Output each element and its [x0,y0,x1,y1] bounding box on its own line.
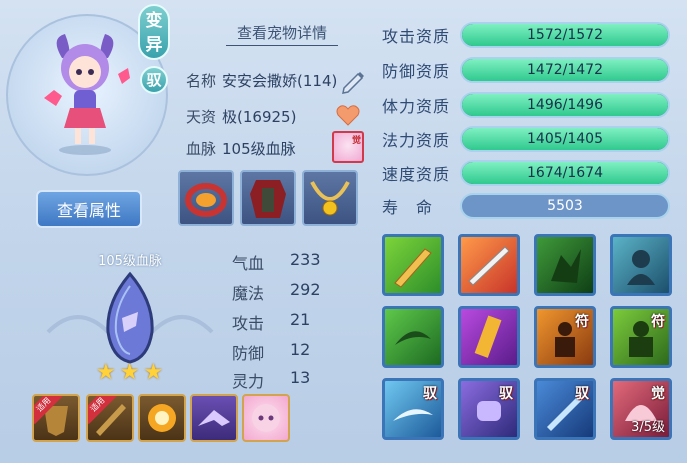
skill-tag: 驭 [423,386,437,402]
star-icon: ★ [119,360,140,385]
stat-row: 攻击 21 [232,310,310,334]
ride-tag: 驭 [140,66,168,94]
aptitude-bar: 1674/1674 [460,160,670,186]
skill-slot[interactable]: 驭 [534,378,596,440]
skill-slot[interactable] [382,234,444,296]
skill-slot[interactable] [610,234,672,296]
skill-tag: 驭 [499,386,513,402]
aptitude-bar: 1572/1572 [460,22,670,48]
skill-slot[interactable]: 觉 3/5级 [610,378,672,440]
inner-dan-slot[interactable]: 适用 [86,394,134,442]
equipment-slot-necklace[interactable] [302,170,358,226]
lifespan-label: 寿 命 [382,198,434,217]
edit-name-icon[interactable] [340,68,366,94]
ring-icon [185,183,227,217]
aptitude-row-mana: 法力资质 1405/1405 [382,126,670,152]
view-attributes-button[interactable]: 查看属性 [36,190,142,228]
stat-row: 魔法 292 [232,280,321,304]
stat-label: 气血 [232,254,265,273]
stat-value: 12 [290,340,311,359]
aptitude-label: 攻击资质 [382,27,451,46]
skill-slot[interactable] [382,306,444,368]
bloodline-avatar-icon[interactable]: 觉 [332,131,364,163]
sword-skill-icon [394,248,432,288]
skill-tag: 觉 [651,386,665,402]
skill-slot[interactable] [534,234,596,296]
equipment-slot-armor[interactable] [240,170,296,226]
lifespan-value: 5503 [460,193,670,219]
aptitude-label: 防御资质 [382,62,451,81]
necklace-icon [310,181,350,216]
strike-skill-icon [474,315,502,358]
spirit-skill-icon [627,250,655,285]
stat-value: 21 [290,310,311,329]
aptitude-row-speed: 速度资质 1674/1674 [382,160,670,186]
aptitude-value: 1472/1472 [527,62,603,78]
star-icon: ★ [143,360,164,385]
stat-label: 灵力 [232,372,265,391]
aptitude-row-defense: 防御资质 1472/1472 [382,57,670,83]
flame-icon [148,404,176,432]
skill-tag: 符 [651,314,665,330]
aptitude-bar: 1496/1496 [460,92,670,118]
mutation-tag: 变异 [138,4,170,60]
beast-icon [198,410,230,426]
inner-dan-slot[interactable] [138,394,186,442]
equipment-slot-ring[interactable] [178,170,234,226]
aptitude-label: 法力资质 [382,131,451,150]
claw-skill-icon [395,331,431,345]
stat-label: 防御 [232,344,265,363]
aptitude-bar: 1472/1472 [460,57,670,83]
aptitude-value: 1405/1405 [527,131,603,147]
armor-icon [250,180,286,218]
aptitude-label: 体力资质 [382,97,451,116]
skill-level: 3/5级 [631,420,665,435]
skill-slot[interactable]: 符 [534,306,596,368]
stat-label: 魔法 [232,284,265,303]
stat-value: 292 [290,280,321,299]
stat-row: 灵力 13 [232,368,310,392]
inner-dan-slot[interactable] [190,394,238,442]
view-pet-details-link[interactable]: 查看宠物详情 [226,22,338,46]
stat-value: 13 [290,368,311,387]
stat-value: 233 [290,250,321,269]
pet-face-icon [252,404,280,432]
stat-label: 攻击 [232,314,265,333]
aptitude-row-stamina: 体力资质 1496/1496 [382,92,670,118]
bloodline-stars: ★ ★ ★ [96,360,163,385]
skill-tag: 驭 [575,386,589,402]
bloodline-awaken-tag: 觉 [351,136,361,146]
bloodline-value: 105级血脉 [222,140,296,158]
skill-slot[interactable]: 驭 [382,378,444,440]
skill-tag: 符 [575,314,589,330]
skill-slot[interactable]: 符 [610,306,672,368]
inner-dan-slot[interactable] [242,394,290,442]
aptitude-row-attack: 攻击资质 1572/1572 [382,22,670,48]
blade-skill-icon [468,246,510,286]
stat-row: 气血 233 [232,250,321,274]
name-row: 名称 安安会撒娇(114) [186,70,337,91]
bloodline-label: 血脉 [186,140,217,158]
shadow-skill-icon [551,249,581,283]
skill-slot[interactable] [458,234,520,296]
skill-slot[interactable] [458,306,520,368]
pet-avatar-image[interactable] [40,28,130,158]
aptitude-value: 1572/1572 [527,27,603,43]
lifespan-row: 寿 命 5503 [382,193,670,219]
talent-label: 天资 [186,108,217,126]
talent-value: 极(16925) [222,108,297,126]
star-icon: ★ [96,360,116,385]
skill-slot[interactable]: 驭 [458,378,520,440]
name-value: 安安会撒娇(114) [222,72,338,90]
name-label: 名称 [186,72,217,90]
aptitude-bar: 1405/1405 [460,126,670,152]
stat-row: 防御 12 [232,340,310,364]
aptitude-value: 1674/1674 [527,165,603,181]
bloodline-row: 血脉 105级血脉 [186,138,296,159]
aptitude-value: 1496/1496 [527,97,603,113]
heart-icon[interactable] [336,104,360,126]
inner-dan-slot[interactable]: 适用 [32,394,80,442]
aptitude-label: 速度资质 [382,165,451,184]
talent-row: 天资 极(16925) [186,106,296,127]
